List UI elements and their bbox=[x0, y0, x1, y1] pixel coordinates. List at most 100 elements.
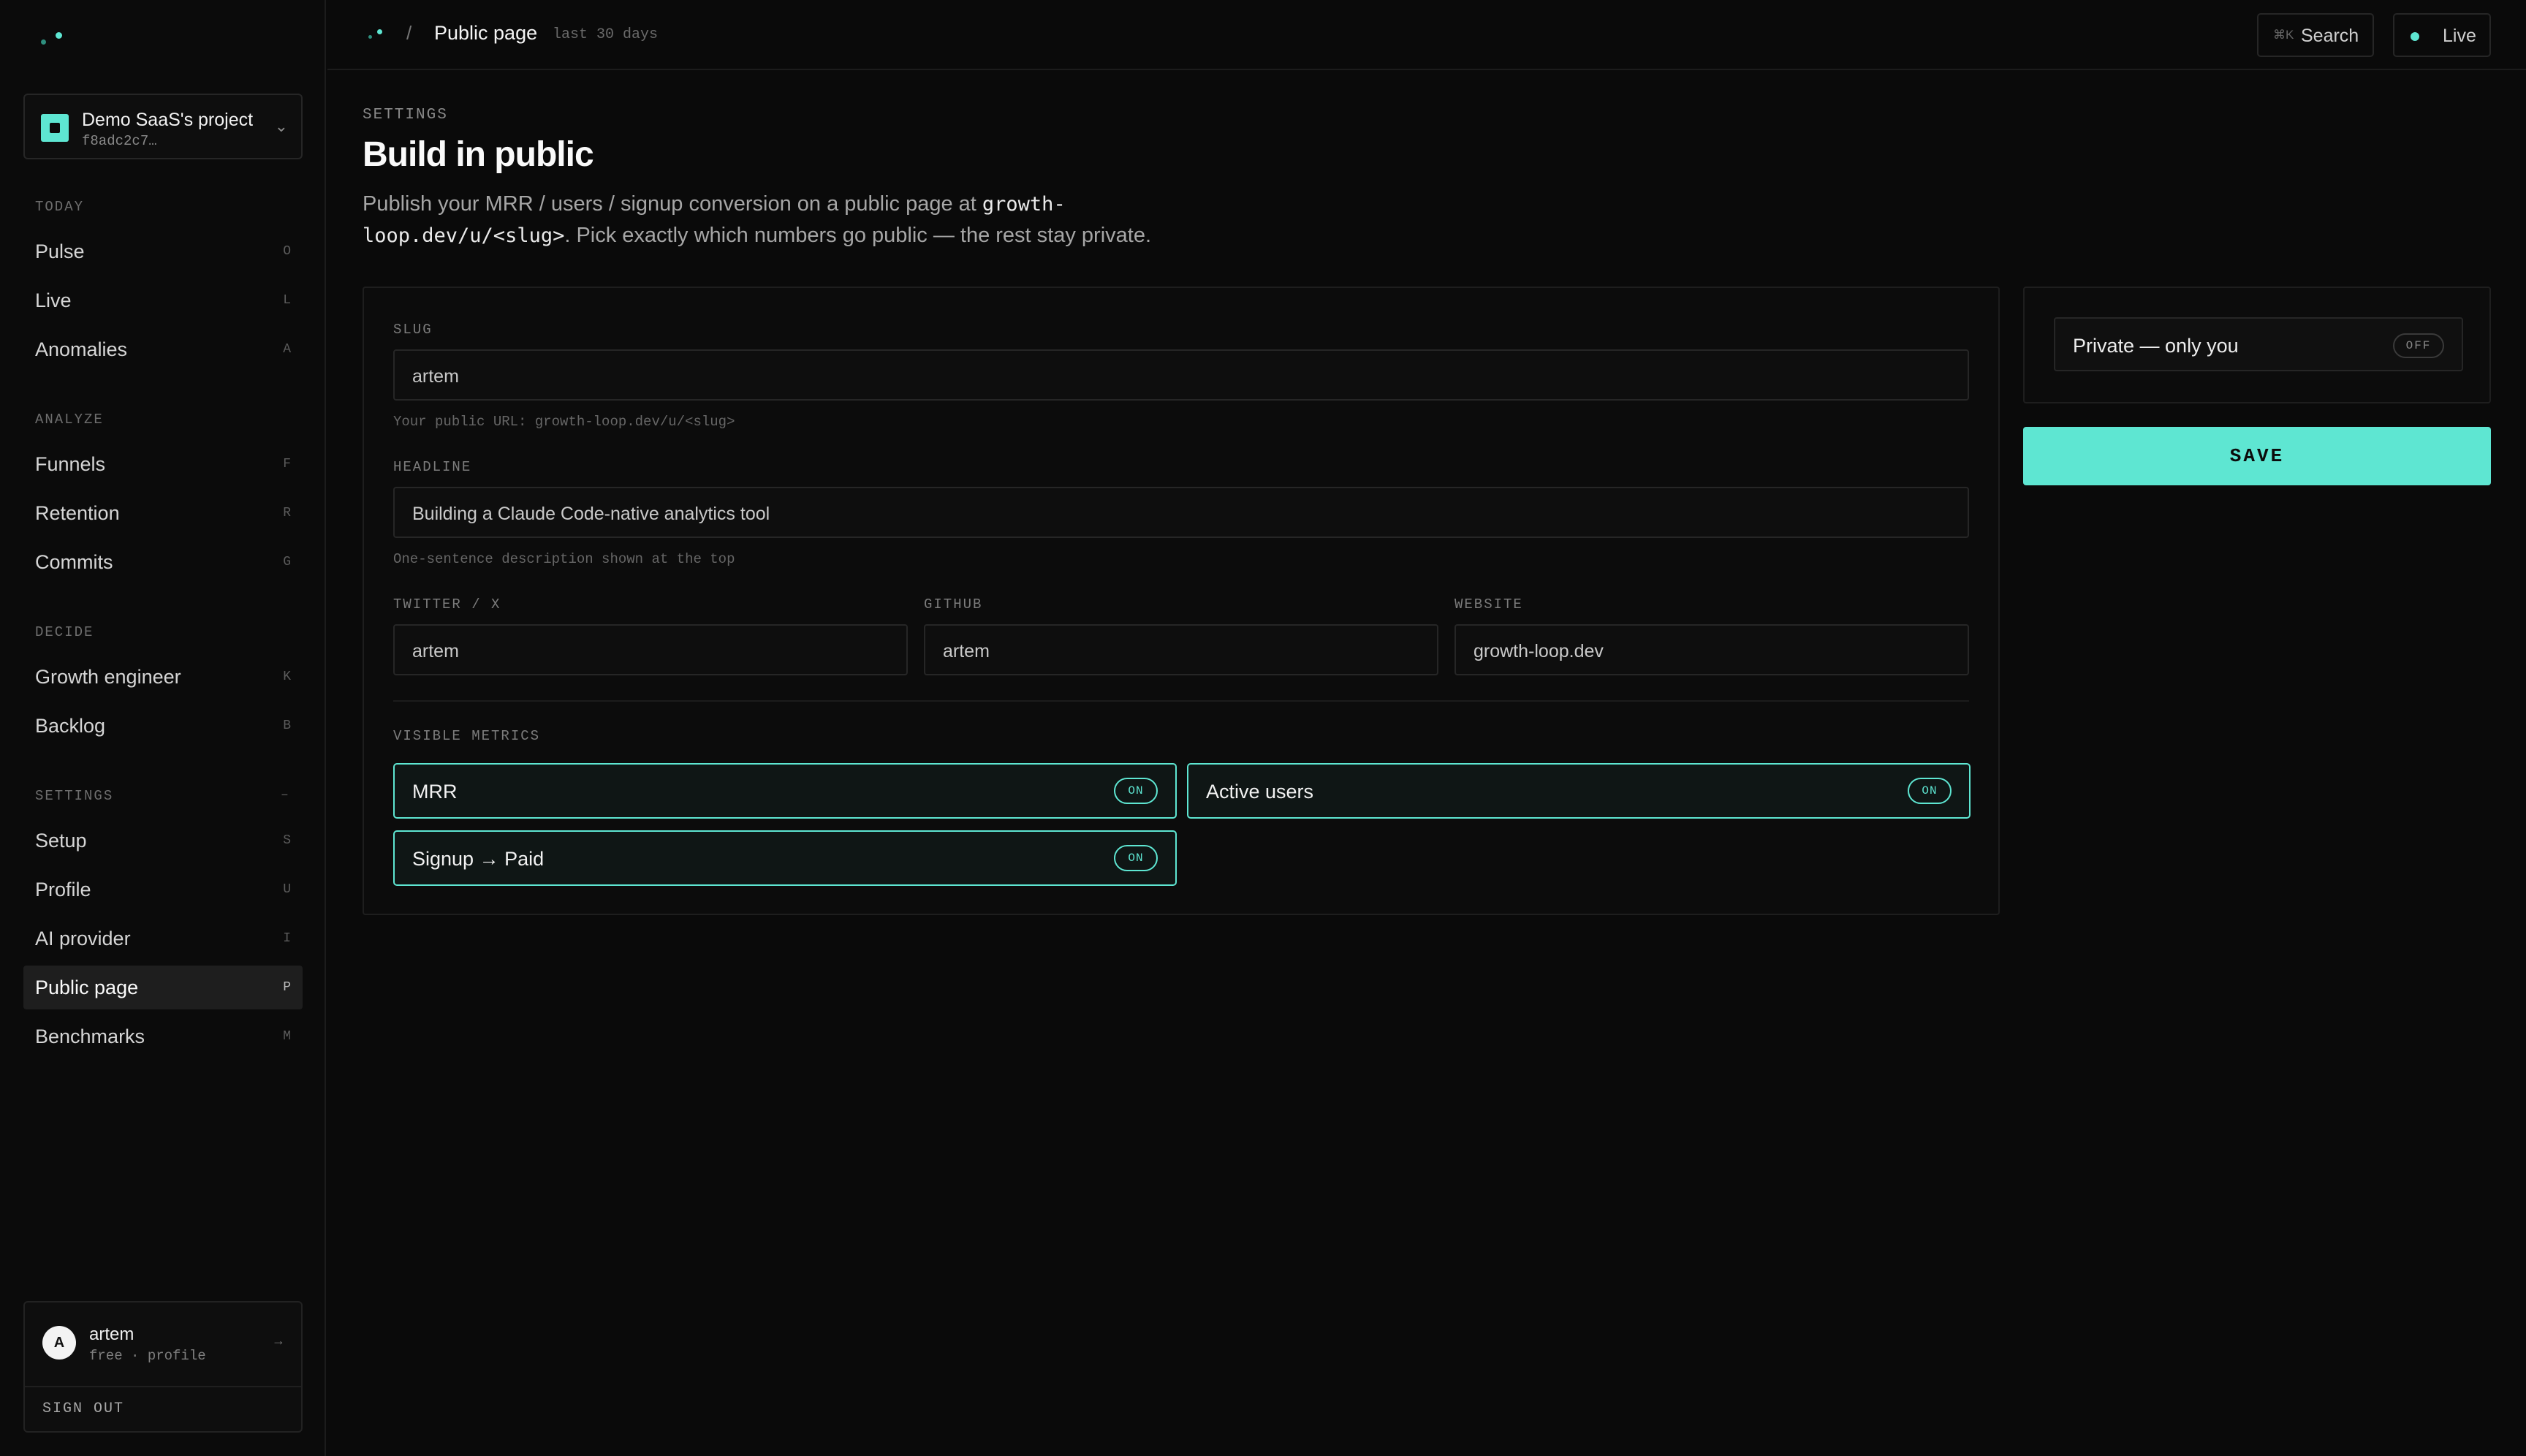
sidebar-item-pulse[interactable]: Pulse O bbox=[23, 230, 303, 273]
sidebar: Demo SaaS's project f8adc2c7… ⌄ TODAY Pu… bbox=[0, 0, 326, 1456]
metric-toggle-signup-paid[interactable]: Signup → Paid ON bbox=[393, 830, 1177, 886]
slug-input[interactable]: artem bbox=[393, 349, 1969, 401]
page-title: Build in public bbox=[363, 135, 594, 174]
website-input[interactable]: growth-loop.dev bbox=[1454, 624, 1969, 675]
chevron-down-icon: ⌄ bbox=[274, 117, 288, 135]
app-root: Demo SaaS's project f8adc2c7… ⌄ TODAY Pu… bbox=[0, 0, 2526, 1456]
sidebar-item-backlog[interactable]: Backlog B bbox=[23, 704, 303, 748]
visibility-card: Private — only you OFF bbox=[2023, 287, 2491, 403]
breadcrumb-separator: / bbox=[406, 22, 412, 44]
section-label-analyze: ANALYZE bbox=[35, 412, 104, 428]
website-label: WEBSITE bbox=[1454, 596, 1523, 613]
section-label-settings: SETTINGS bbox=[35, 788, 114, 804]
toggle-state-badge: OFF bbox=[2393, 333, 2444, 358]
sidebar-item-label: Pulse bbox=[35, 240, 85, 262]
shortcut-key: K bbox=[283, 670, 291, 684]
live-button[interactable]: Live bbox=[2393, 13, 2491, 57]
logo-icon[interactable] bbox=[41, 31, 70, 48]
sidebar-item-profile[interactable]: Profile U bbox=[23, 868, 303, 911]
divider bbox=[393, 700, 1969, 702]
sidebar-item-funnels[interactable]: Funnels F bbox=[23, 442, 303, 486]
metric-toggle-active-users[interactable]: Active users ON bbox=[1187, 763, 1971, 819]
github-label: GITHUB bbox=[924, 596, 983, 613]
user-plan: free · profile bbox=[89, 1348, 206, 1364]
shortcut-key: U bbox=[283, 882, 291, 897]
headline-hint: One-sentence description shown at the to… bbox=[393, 551, 735, 567]
user-card: A artem free · profile → SIGN OUT bbox=[23, 1301, 303, 1433]
page-description: Publish your MRR / users / signup conver… bbox=[363, 189, 1240, 251]
shortcut-key: S bbox=[283, 833, 291, 848]
toggle-state-badge: ON bbox=[1114, 778, 1158, 804]
sidebar-item-label: Profile bbox=[35, 879, 91, 900]
public-page-form: SLUG artem Your public URL: growth-loop.… bbox=[363, 287, 2000, 915]
sidebar-item-label: Anomalies bbox=[35, 338, 128, 360]
breadcrumb-current: Public page bbox=[434, 22, 538, 44]
privacy-label: Private — only you bbox=[2073, 335, 2239, 357]
project-icon bbox=[41, 114, 69, 142]
sidebar-item-ai-provider[interactable]: AI provider I bbox=[23, 917, 303, 960]
metric-name: MRR bbox=[412, 781, 458, 803]
twitter-input[interactable]: artem bbox=[393, 624, 908, 675]
sidebar-item-label: Commits bbox=[35, 551, 113, 573]
search-label: Search bbox=[2301, 26, 2359, 46]
section-label: SETTINGS bbox=[363, 107, 448, 124]
shortcut-key: L bbox=[283, 293, 291, 308]
sign-out-button[interactable]: SIGN OUT bbox=[42, 1400, 124, 1417]
project-name: Demo SaaS's project bbox=[82, 110, 254, 130]
sidebar-item-label: Funnels bbox=[35, 453, 106, 475]
slug-value: artem bbox=[412, 366, 459, 387]
shortcut-key: M bbox=[283, 1029, 291, 1044]
twitter-value: artem bbox=[412, 641, 459, 661]
sidebar-item-live[interactable]: Live L bbox=[23, 278, 303, 322]
date-range: last 30 days bbox=[553, 26, 659, 43]
section-collapse-key: – bbox=[281, 788, 289, 803]
sidebar-item-setup[interactable]: Setup S bbox=[23, 819, 303, 862]
sidebar-item-commits[interactable]: Commits G bbox=[23, 540, 303, 584]
website-value: growth-loop.dev bbox=[1474, 641, 1604, 661]
twitter-label: TWITTER / X bbox=[393, 596, 501, 613]
sidebar-item-anomalies[interactable]: Anomalies A bbox=[23, 327, 303, 371]
sidebar-item-retention[interactable]: Retention R bbox=[23, 491, 303, 535]
visible-metrics-label: VISIBLE METRICS bbox=[393, 728, 541, 744]
sidebar-item-label: AI provider bbox=[35, 928, 131, 949]
project-switcher[interactable]: Demo SaaS's project f8adc2c7… ⌄ bbox=[23, 94, 303, 159]
project-id: f8adc2c7… bbox=[82, 133, 157, 149]
shortcut-key: A bbox=[283, 342, 291, 357]
sidebar-item-label: Retention bbox=[35, 502, 120, 524]
sidebar-item-benchmarks[interactable]: Benchmarks M bbox=[23, 1015, 303, 1058]
save-button[interactable]: SAVE bbox=[2023, 427, 2491, 485]
sidebar-item-growth-engineer[interactable]: Growth engineer K bbox=[23, 655, 303, 699]
sidebar-item-label: Growth engineer bbox=[35, 666, 181, 688]
github-value: artem bbox=[943, 641, 990, 661]
search-button[interactable]: ⌘K Search bbox=[2257, 13, 2374, 57]
user-name[interactable]: artem bbox=[89, 1324, 134, 1345]
live-label: Live bbox=[2443, 26, 2476, 46]
slug-hint: Your public URL: growth-loop.dev/u/<slug… bbox=[393, 414, 735, 430]
command-key-icon: ⌘K bbox=[2273, 28, 2294, 42]
headline-value: Building a Claude Code-native analytics … bbox=[412, 504, 770, 524]
sidebar-item-label: Public page bbox=[35, 977, 139, 998]
section-label-decide: DECIDE bbox=[35, 624, 94, 640]
github-input[interactable]: artem bbox=[924, 624, 1438, 675]
slug-label: SLUG bbox=[393, 322, 433, 338]
metric-name: Signup → Paid bbox=[412, 848, 545, 870]
shortcut-key: I bbox=[283, 931, 291, 946]
arrow-right-icon[interactable]: → bbox=[272, 1333, 285, 1349]
shortcut-key: O bbox=[283, 244, 291, 259]
shortcut-key: F bbox=[283, 457, 291, 471]
toggle-state-badge: ON bbox=[1908, 778, 1952, 804]
avatar[interactable]: A bbox=[42, 1326, 76, 1360]
shortcut-key: P bbox=[283, 980, 291, 995]
sidebar-item-public-page[interactable]: Public page P bbox=[23, 966, 303, 1009]
live-dot-icon bbox=[2411, 32, 2419, 41]
logo-icon[interactable] bbox=[368, 29, 390, 42]
metric-name: Active users bbox=[1206, 781, 1314, 803]
description-text: . Pick exactly which numbers go public —… bbox=[564, 224, 1152, 247]
sidebar-item-label: Benchmarks bbox=[35, 1025, 145, 1047]
top-bar: / Public page last 30 days ⌘K Search Liv… bbox=[327, 0, 2526, 70]
headline-label: HEADLINE bbox=[393, 459, 472, 475]
headline-input[interactable]: Building a Claude Code-native analytics … bbox=[393, 487, 1969, 538]
privacy-toggle[interactable]: Private — only you OFF bbox=[2054, 317, 2463, 371]
section-label-today: TODAY bbox=[35, 199, 85, 215]
metric-toggle-mrr[interactable]: MRR ON bbox=[393, 763, 1177, 819]
